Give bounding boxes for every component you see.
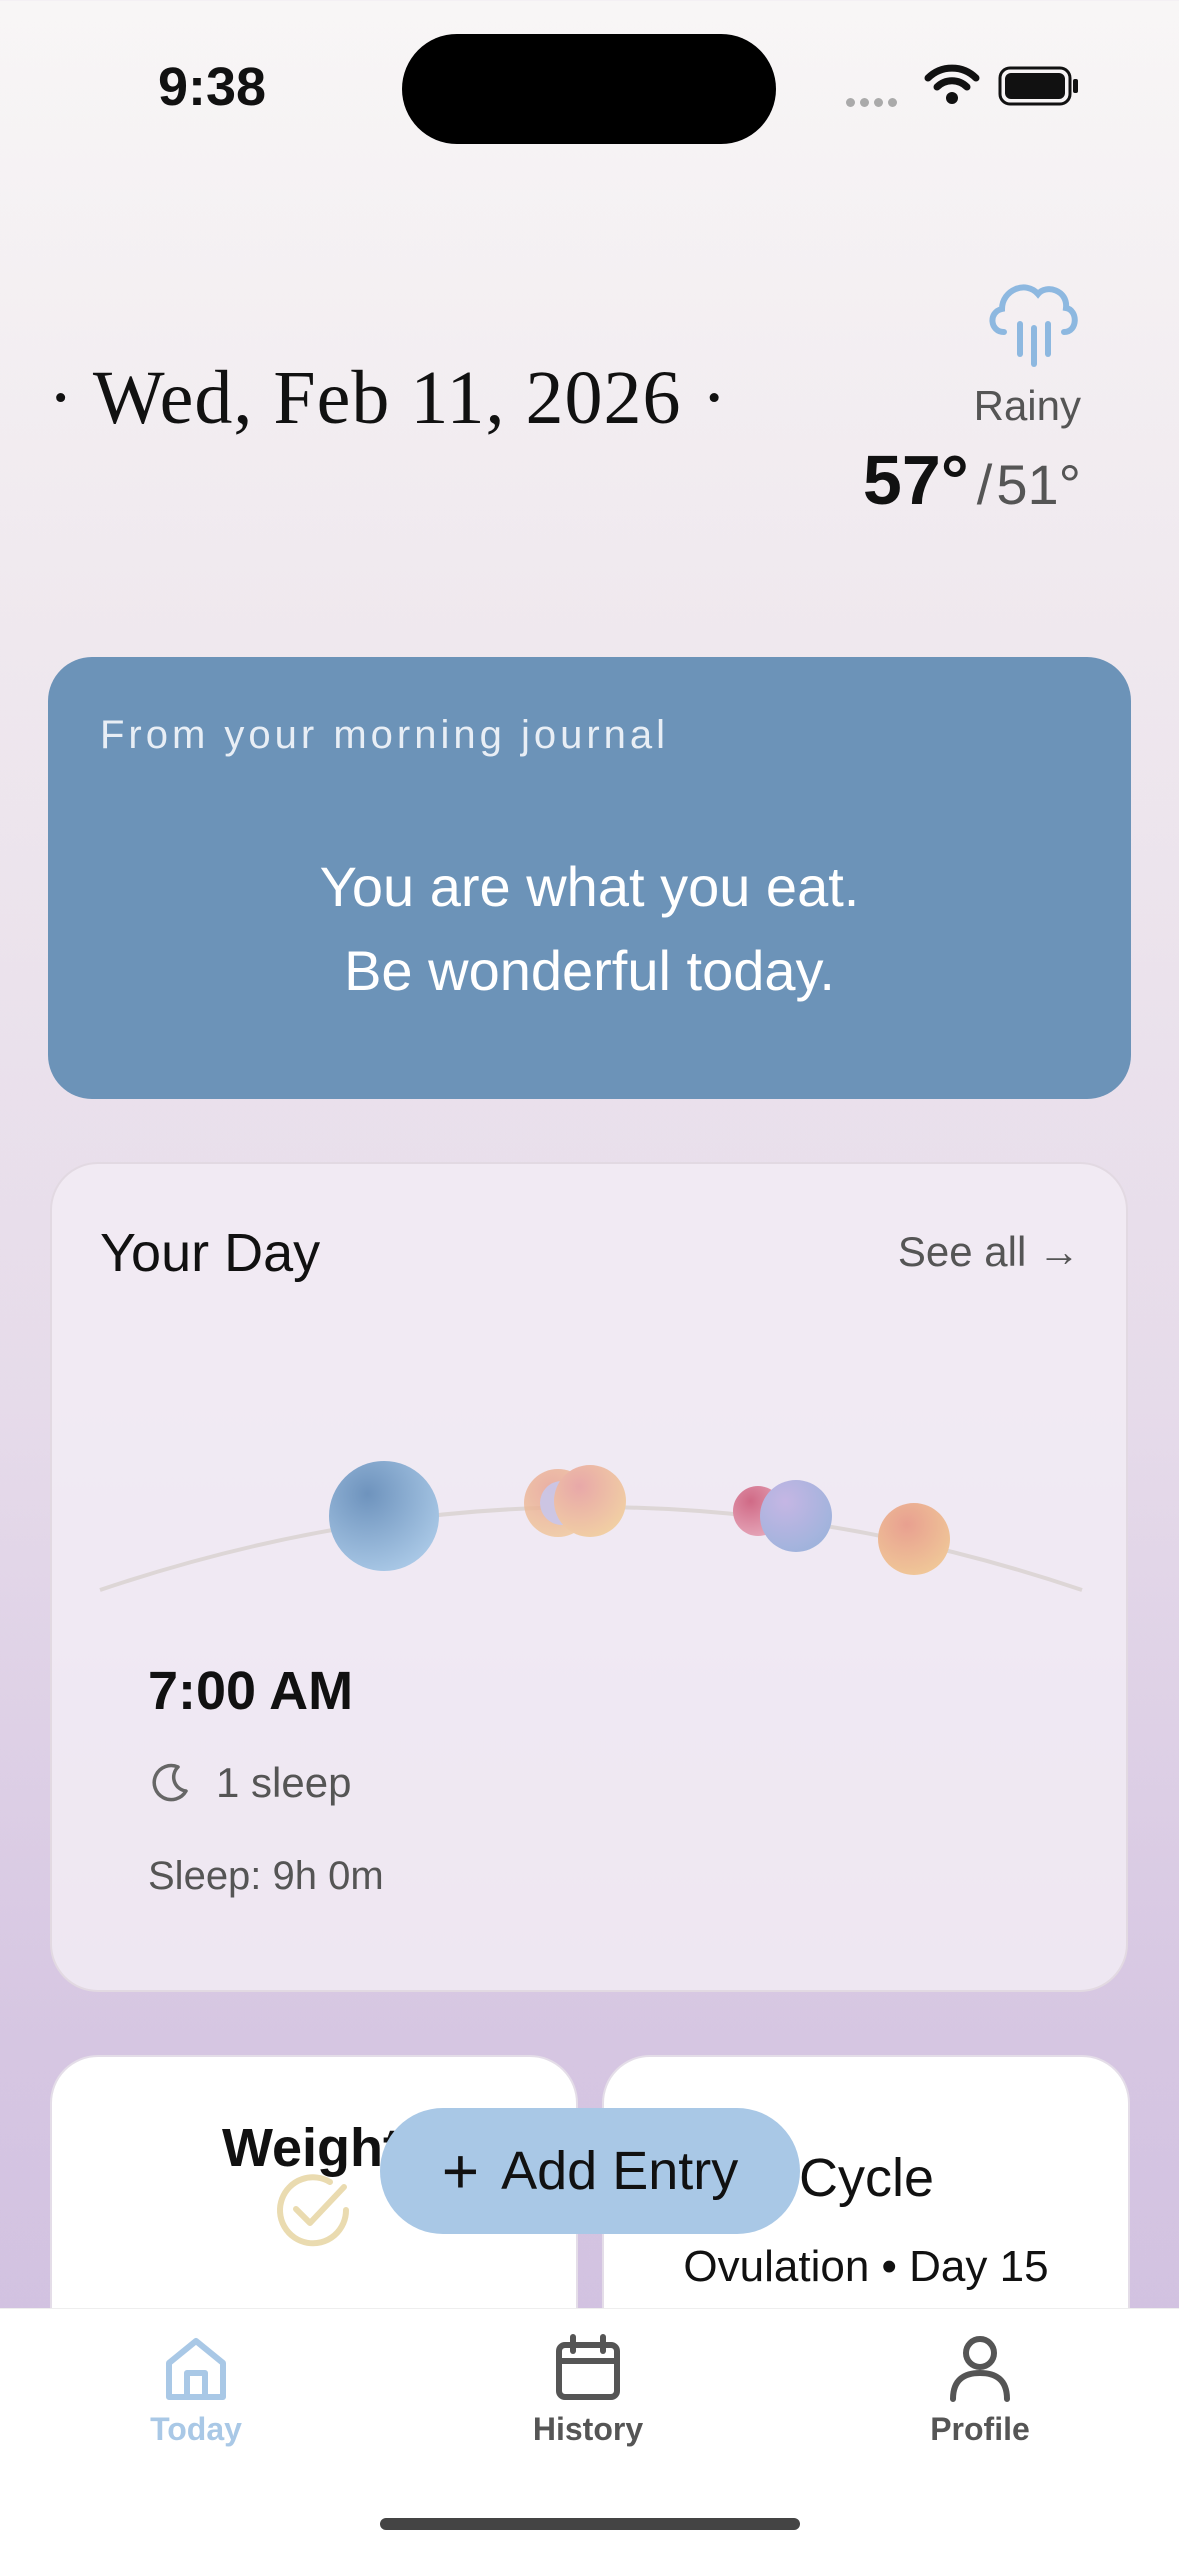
tab-history-label: History [532, 2411, 644, 2447]
journal-quote-line-2: Be wonderful today. [344, 939, 835, 1002]
temp-high: 57° [862, 441, 969, 519]
check-circle-icon [277, 2174, 350, 2247]
journal-quote: You are what you eat. Be wonderful today… [48, 845, 1131, 1013]
page-title-date: · Wed, Feb 11, 2026 · [48, 356, 728, 440]
tab-today-label: Today [150, 2411, 242, 2447]
selected-entry-time: 7:00 AM [148, 1661, 354, 1721]
your-day-title: Your Day [100, 1223, 321, 1283]
see-all-link[interactable]: See all → [898, 1228, 1080, 1276]
home-indicator [380, 2518, 800, 2530]
temp-low: 51° [996, 453, 1081, 516]
timeline-dot[interactable] [760, 1480, 832, 1552]
dynamic-island [402, 34, 776, 144]
selected-entry-detail: Sleep: 9h 0m [148, 1854, 384, 1898]
status-time: 9:38 [158, 57, 267, 117]
calendar-icon [556, 2334, 620, 2400]
cellular-signal-icon [846, 94, 902, 112]
timeline-dot[interactable] [878, 1503, 950, 1575]
temp-separator: / [976, 453, 993, 516]
journal-quote-line-1: You are what you eat. [319, 855, 860, 918]
day-timeline[interactable] [52, 1364, 1130, 1604]
journal-card[interactable]: From your morning journal You are what y… [48, 657, 1131, 1099]
tab-profile-label: Profile [930, 2411, 1030, 2447]
tab-today[interactable]: Today [96, 2333, 296, 2448]
your-day-card: Your Day See all → 7:00 AM 1 sleep Sleep… [50, 1162, 1128, 1992]
tab-history[interactable]: History [488, 2333, 688, 2448]
timeline-dot-sleep[interactable] [329, 1461, 439, 1571]
plus-icon: + [441, 2135, 480, 2207]
rain-cloud-icon [989, 284, 1078, 367]
selected-entry-summary: 1 sleep [148, 1759, 351, 1807]
timeline-dot[interactable] [554, 1465, 626, 1537]
moon-icon [152, 1763, 188, 1802]
cycle-status: Ovulation • Day 15 [683, 2242, 1049, 2291]
battery-icon [998, 66, 1078, 106]
weather-condition: Rainy [973, 382, 1081, 429]
person-icon [950, 2336, 1010, 2402]
add-entry-label: Add Entry [501, 2141, 739, 2201]
wifi-icon [924, 64, 980, 104]
journal-label: From your morning journal [100, 713, 670, 757]
tab-profile[interactable]: Profile [880, 2333, 1080, 2448]
home-icon [166, 2338, 226, 2400]
cycle-title: Cycle [799, 2148, 935, 2208]
selected-entry-summary-text: 1 sleep [216, 1759, 352, 1806]
weather-temperatures: 57°/51° [863, 440, 1081, 520]
add-entry-button[interactable]: + Add Entry [380, 2108, 800, 2234]
